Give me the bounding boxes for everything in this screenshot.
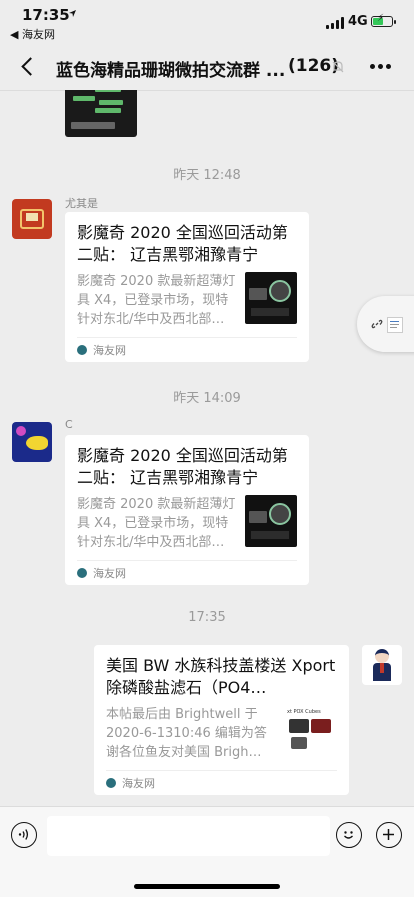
sender-name: 尤其是: [65, 197, 98, 210]
signal-icon: [326, 17, 344, 29]
link-icon: [371, 319, 383, 329]
link-card-description: 本帖最后由 Brightwell 于 2020-6-1310:46 编辑为答谢各…: [106, 707, 267, 760]
home-indicator[interactable]: [134, 884, 280, 889]
link-card-description: 影魔奇 2020 款最新超薄灯具 X4，已登录市场，现特针对东北/华中及西北部…: [77, 497, 236, 550]
article-thumbnail-icon: [387, 317, 403, 333]
link-card-title: 影魔奇 2020 全国巡回活动第二贴： 辽吉黑鄂湘豫青宁: [77, 446, 288, 487]
voice-input-button[interactable]: [11, 822, 37, 848]
source-logo-icon: [77, 568, 87, 578]
link-card[interactable]: 影魔奇 2020 全国巡回活动第二贴： 辽吉黑鄂湘豫青宁 影魔奇 2020 款最…: [65, 435, 309, 585]
link-card-title: 美国 BW 水族科技盖楼送 Xport 除磷酸盐滤石（PO4…: [106, 656, 336, 697]
avatar[interactable]: [362, 645, 402, 685]
message-list[interactable]: 昨天 12:48 尤其是 影魔奇 2020 全国巡回活动第二贴： 辽吉黑鄂湘豫青…: [0, 90, 414, 806]
thumbnail-label: xt POX Cubes: [287, 709, 321, 715]
input-bar: [0, 806, 414, 897]
battery-icon: ⚡: [371, 13, 396, 27]
back-button[interactable]: [18, 54, 40, 80]
message-timestamp: 昨天 12:48: [173, 168, 241, 183]
charging-bolt-icon: ⚡: [377, 13, 385, 24]
link-card-thumbnail: [245, 272, 297, 324]
status-bar: 17:35 ◀ 海友网 4G ⚡: [0, 0, 414, 44]
message-timestamp: 昨天 14:09: [173, 391, 241, 406]
source-logo-icon: [77, 345, 87, 355]
link-card-source: 海友网: [93, 567, 126, 580]
more-options-button[interactable]: [370, 64, 392, 70]
more-functions-button[interactable]: [376, 822, 402, 848]
source-logo-icon: [106, 778, 116, 788]
link-card-thumbnail: [245, 495, 297, 547]
message-input[interactable]: [47, 816, 330, 856]
status-time: 17:35: [22, 6, 70, 24]
plus-icon: [383, 829, 394, 840]
link-card-title: 影魔奇 2020 全国巡回活动第二贴： 辽吉黑鄂湘豫青宁: [77, 223, 288, 264]
location-arrow-icon: [69, 10, 76, 17]
link-card-description: 影魔奇 2020 款最新超薄灯具 X4，已登录市场，现特针对东北/华中及西北部…: [77, 274, 236, 327]
emoji-button[interactable]: [336, 822, 362, 848]
avatar[interactable]: [12, 422, 52, 462]
floating-window-button[interactable]: [357, 296, 414, 352]
voice-wave-icon: [18, 829, 29, 840]
message-timestamp: 17:35: [188, 610, 226, 625]
link-card[interactable]: 美国 BW 水族科技盖楼送 Xport 除磷酸盐滤石（PO4… 本帖最后由 Br…: [94, 645, 349, 795]
chat-header: 蓝色海精品珊瑚微拍交流群 ... (126): [0, 44, 414, 91]
link-card-thumbnail: xt POX Cubes: [285, 705, 337, 757]
back-to-app-link[interactable]: ◀ 海友网: [10, 26, 55, 42]
chat-title: 蓝色海精品珊瑚微拍交流群 ...: [56, 61, 286, 81]
image-message[interactable]: [65, 90, 137, 137]
link-card[interactable]: 影魔奇 2020 全国巡回活动第二贴： 辽吉黑鄂湘豫青宁 影魔奇 2020 款最…: [65, 212, 309, 362]
mute-bell-icon: [332, 61, 344, 73]
network-type: 4G: [348, 14, 368, 29]
smiley-icon: [344, 831, 353, 839]
link-card-source: 海友网: [93, 344, 126, 357]
link-card-source: 海友网: [122, 777, 155, 790]
avatar[interactable]: [12, 199, 52, 239]
sender-name: C: [65, 418, 73, 431]
